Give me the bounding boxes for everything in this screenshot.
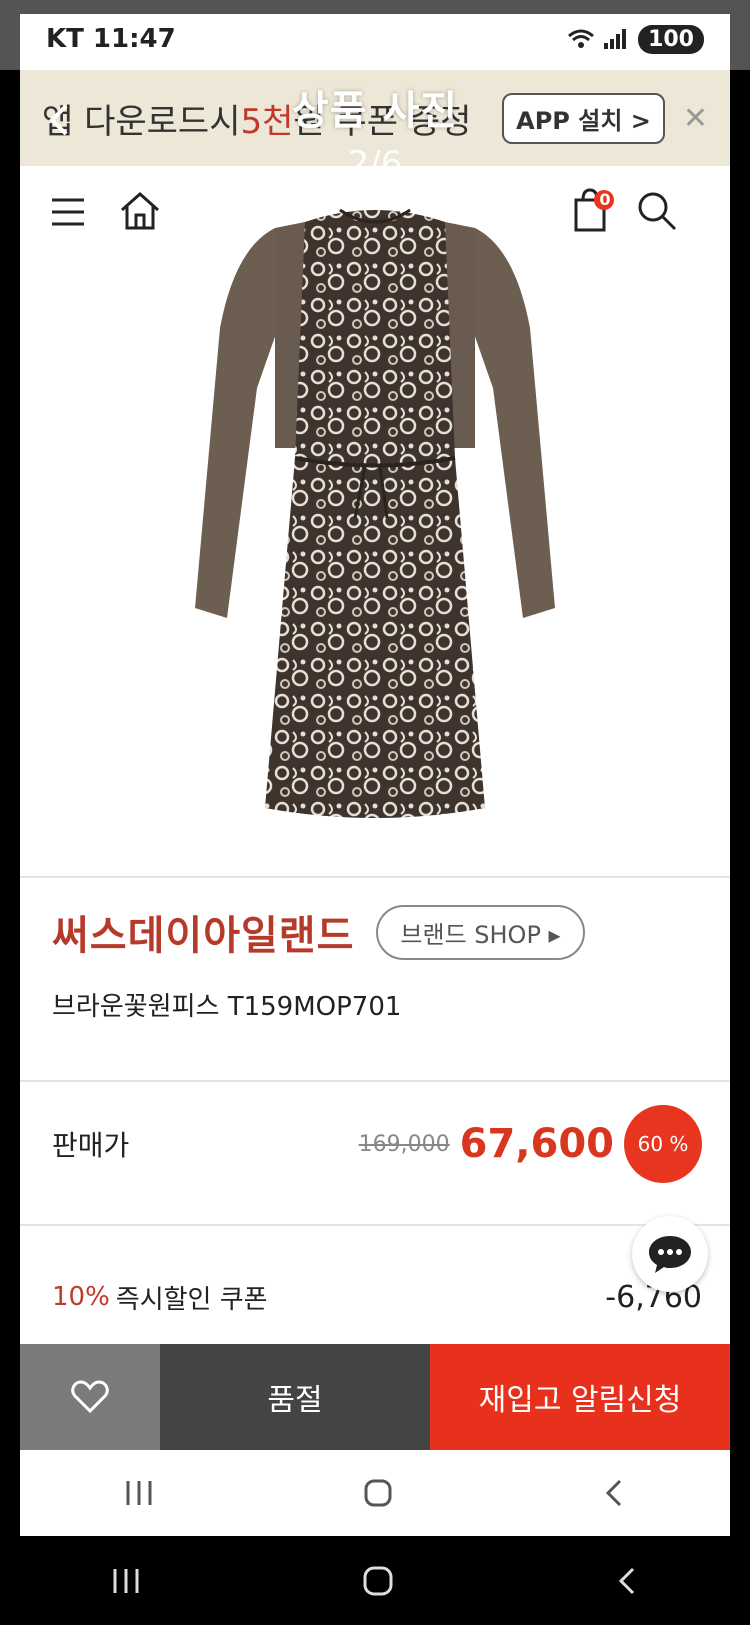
- inner-nav-bar: [20, 1450, 730, 1536]
- divider: [20, 1224, 730, 1226]
- brand-row: 써스데이아일랜드 브랜드 SHOP ▸: [52, 902, 702, 962]
- battery-indicator: 100: [638, 24, 704, 54]
- soldout-button[interactable]: 품절: [160, 1344, 430, 1450]
- sale-price: 67,600: [459, 1121, 614, 1167]
- wifi-icon: [568, 29, 595, 48]
- product-image[interactable]: [20, 174, 730, 874]
- bottom-action-bar: 품절 재입고 알림신청: [20, 1344, 730, 1450]
- signal-icon: [604, 29, 627, 49]
- recent-apps-icon[interactable]: [124, 1479, 154, 1507]
- status-icons: 100: [568, 24, 704, 54]
- divider: [20, 1080, 730, 1082]
- outer-nav-bar: [0, 1536, 750, 1625]
- app-screen: KT 11:47 100 앱 다운로드시 5천 원 쿠폰 증정 APP 설치 >…: [20, 14, 730, 1536]
- home-button-icon[interactable]: [363, 1478, 393, 1508]
- brand-name[interactable]: 써스데이아일랜드: [52, 903, 354, 961]
- wishlist-button[interactable]: [20, 1344, 160, 1450]
- original-price: 169,000: [358, 1131, 450, 1157]
- back-icon[interactable]: [602, 1478, 626, 1508]
- heart-icon: [71, 1380, 109, 1414]
- overlay-title: 상품 사진: [291, 88, 459, 134]
- divider: [20, 876, 730, 878]
- discount-badge: 60 %: [624, 1105, 702, 1183]
- price-label: 판매가: [52, 1129, 130, 1162]
- chat-bubble-icon: [649, 1236, 691, 1273]
- dress-image: [195, 208, 555, 818]
- coupon-label: 즉시할인 쿠폰: [115, 1284, 268, 1315]
- product-name: 브라운꽃원피스 T159MOP701: [52, 992, 402, 1022]
- price-values: 169,000 67,600 60 %: [359, 1105, 702, 1183]
- brand-shop-button[interactable]: 브랜드 SHOP ▸: [376, 904, 585, 960]
- price-row: 판매가 169,000 67,600 60 %: [52, 1104, 702, 1184]
- back-icon[interactable]: [615, 1566, 639, 1596]
- home-button-icon[interactable]: [362, 1565, 394, 1597]
- chat-button[interactable]: [632, 1216, 708, 1292]
- coupon-row: 10% 즉시할인 쿠폰 -6,760: [52, 1270, 702, 1324]
- coupon-percent: 10%: [52, 1282, 110, 1312]
- status-bar: KT 11:47 100: [20, 14, 730, 64]
- recent-apps-icon[interactable]: [111, 1567, 141, 1595]
- image-counter: 2/6: [347, 144, 403, 184]
- restock-alert-button[interactable]: 재입고 알림신청: [430, 1344, 730, 1450]
- carrier-time: KT 11:47: [46, 24, 176, 54]
